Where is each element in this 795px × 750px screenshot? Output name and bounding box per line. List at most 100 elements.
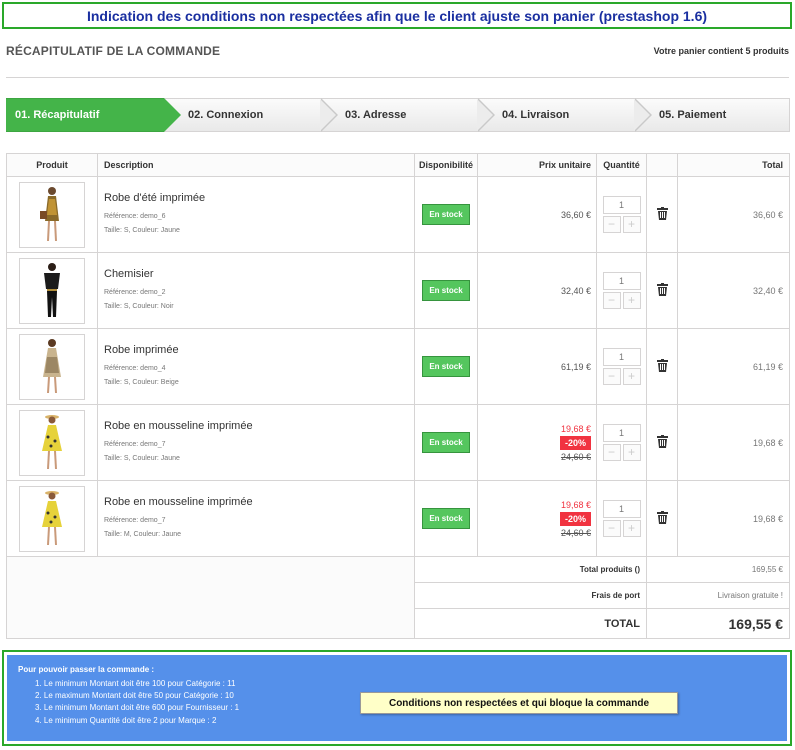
- step-address[interactable]: 03. Adresse: [321, 98, 495, 132]
- plus-icon[interactable]: +: [622, 292, 641, 309]
- step-label: 04. Livraison: [502, 109, 570, 121]
- step-login[interactable]: 02. Connexion: [164, 98, 338, 132]
- product-thumbnail[interactable]: [19, 257, 85, 324]
- step-arrow: [320, 98, 338, 132]
- unit-price-cell: 19,68 € -20% 24,60 €: [477, 480, 597, 557]
- plus-icon[interactable]: +: [622, 368, 641, 385]
- delete-cell: [646, 328, 678, 405]
- trash-icon[interactable]: [656, 511, 668, 524]
- stock-badge: En stock: [422, 508, 470, 529]
- conditions-title: Pour pouvoir passer la commande :: [18, 665, 155, 674]
- trash-icon[interactable]: [656, 435, 668, 448]
- product-image-cell: [6, 252, 98, 329]
- quantity-cell: 1 − +: [596, 404, 647, 481]
- minus-icon[interactable]: −: [602, 216, 621, 233]
- cart-table: Produit Description Disponibilité Prix u…: [6, 153, 790, 639]
- product-attributes: Taille: M, Couleur: Jaune: [104, 530, 182, 538]
- trash-icon[interactable]: [656, 207, 668, 220]
- shipping-label: Frais de port: [414, 582, 647, 609]
- step-payment[interactable]: 05. Paiement: [635, 98, 790, 132]
- quantity-input[interactable]: 1: [602, 348, 641, 366]
- unit-price: 61,19 €: [560, 361, 591, 372]
- product-description: Robe d'été imprimée Référence: demo_6 Ta…: [97, 176, 415, 253]
- quantity-input[interactable]: 1: [602, 196, 641, 214]
- product-name-link[interactable]: Robe en mousseline imprimée: [104, 420, 414, 432]
- old-price: 24,60 €: [560, 527, 591, 538]
- delete-cell: [646, 252, 678, 329]
- quantity-stepper: 1 − +: [602, 196, 641, 233]
- plus-icon[interactable]: +: [622, 444, 641, 461]
- total-cell: 19,68 €: [677, 404, 790, 481]
- minus-icon[interactable]: −: [602, 444, 621, 461]
- product-description: Robe imprimée Référence: demo_4 Taille: …: [97, 328, 415, 405]
- quantity-input[interactable]: 1: [602, 500, 641, 518]
- quantity-cell: 1 − +: [596, 252, 647, 329]
- page-title: RÉCAPITULATIF DE LA COMMANDE: [6, 44, 221, 58]
- product-attributes: Taille: S, Couleur: Jaune: [104, 226, 180, 234]
- product-thumbnail[interactable]: [19, 485, 85, 552]
- discount-badge: -20%: [559, 435, 591, 450]
- quantity-stepper: 1 − +: [602, 348, 641, 385]
- availability-cell: En stock: [414, 328, 478, 405]
- special-price: 19,68 €: [560, 423, 591, 434]
- conditions-frame: Pour pouvoir passer la commande : 1. Le …: [2, 650, 792, 746]
- step-arrow: [477, 98, 495, 132]
- line-total: 61,19 €: [752, 361, 783, 372]
- condition-item: 1. Le minimum Montant doit être 100 pour…: [35, 679, 236, 688]
- trash-icon[interactable]: [656, 359, 668, 372]
- trash-icon[interactable]: [656, 283, 668, 296]
- chiffon-dress-photo: [42, 490, 62, 545]
- product-description: Robe en mousseline imprimée Référence: d…: [97, 480, 415, 557]
- step-summary[interactable]: 01. Récapitulatif: [6, 98, 181, 132]
- table-row: Robe imprimée Référence: demo_4 Taille: …: [6, 328, 790, 405]
- step-label: 05. Paiement: [659, 109, 727, 121]
- total-cell: 36,60 €: [677, 176, 790, 253]
- delete-cell: [646, 176, 678, 253]
- availability-cell: En stock: [414, 176, 478, 253]
- availability-cell: En stock: [414, 252, 478, 329]
- minus-icon[interactable]: −: [602, 292, 621, 309]
- step-arrow: [164, 98, 181, 132]
- product-thumbnail[interactable]: [19, 409, 85, 476]
- product-thumbnail[interactable]: [19, 181, 85, 248]
- product-image-cell: [6, 328, 98, 405]
- product-name-link[interactable]: Robe imprimée: [104, 344, 414, 356]
- header-unit-price: Prix unitaire: [477, 153, 597, 177]
- step-shipping[interactable]: 04. Livraison: [478, 98, 652, 132]
- total-cell: 32,40 €: [677, 252, 790, 329]
- product-attributes: Taille: S, Couleur: Noir: [104, 302, 174, 310]
- header-availability: Disponibilité: [414, 153, 478, 177]
- step-label: 02. Connexion: [188, 109, 264, 121]
- product-name-link[interactable]: Robe en mousseline imprimée: [104, 496, 414, 508]
- product-image-cell: [6, 480, 98, 557]
- dress-photo: [40, 186, 59, 241]
- unit-price: 32,40 €: [560, 285, 591, 296]
- stock-badge: En stock: [422, 356, 470, 377]
- plus-icon[interactable]: +: [622, 520, 641, 537]
- header-quantity: Quantité: [596, 153, 647, 177]
- summary-products-row: Total produits () 169,55 €: [6, 556, 790, 639]
- product-thumbnail[interactable]: [19, 333, 85, 400]
- minus-icon[interactable]: −: [602, 368, 621, 385]
- plus-icon[interactable]: +: [622, 216, 641, 233]
- product-name-link[interactable]: Chemisier: [104, 268, 414, 280]
- blouse-photo: [44, 262, 60, 317]
- table-header-row: Produit Description Disponibilité Prix u…: [6, 153, 790, 177]
- total-products-label: Total produits (): [414, 556, 647, 583]
- discount-badge: -20%: [559, 511, 591, 526]
- table-row: Robe en mousseline imprimée Référence: d…: [6, 480, 790, 557]
- total-cell: 61,19 €: [677, 328, 790, 405]
- quantity-stepper: 1 − +: [602, 500, 641, 537]
- product-description: Robe en mousseline imprimée Référence: d…: [97, 404, 415, 481]
- conditions-alert: Pour pouvoir passer la commande : 1. Le …: [7, 655, 787, 741]
- line-total: 32,40 €: [752, 285, 783, 296]
- quantity-input[interactable]: 1: [602, 424, 641, 442]
- product-reference: Référence: demo_2: [104, 288, 166, 296]
- quantity-input[interactable]: 1: [602, 272, 641, 290]
- product-image-cell: [6, 404, 98, 481]
- product-image-cell: [6, 176, 98, 253]
- product-name-link[interactable]: Robe d'été imprimée: [104, 192, 414, 204]
- minus-icon[interactable]: −: [602, 520, 621, 537]
- grand-total-value: 169,55 €: [646, 608, 790, 639]
- checkout-steps: 01. Récapitulatif 02. Connexion 03. Adre…: [6, 98, 790, 132]
